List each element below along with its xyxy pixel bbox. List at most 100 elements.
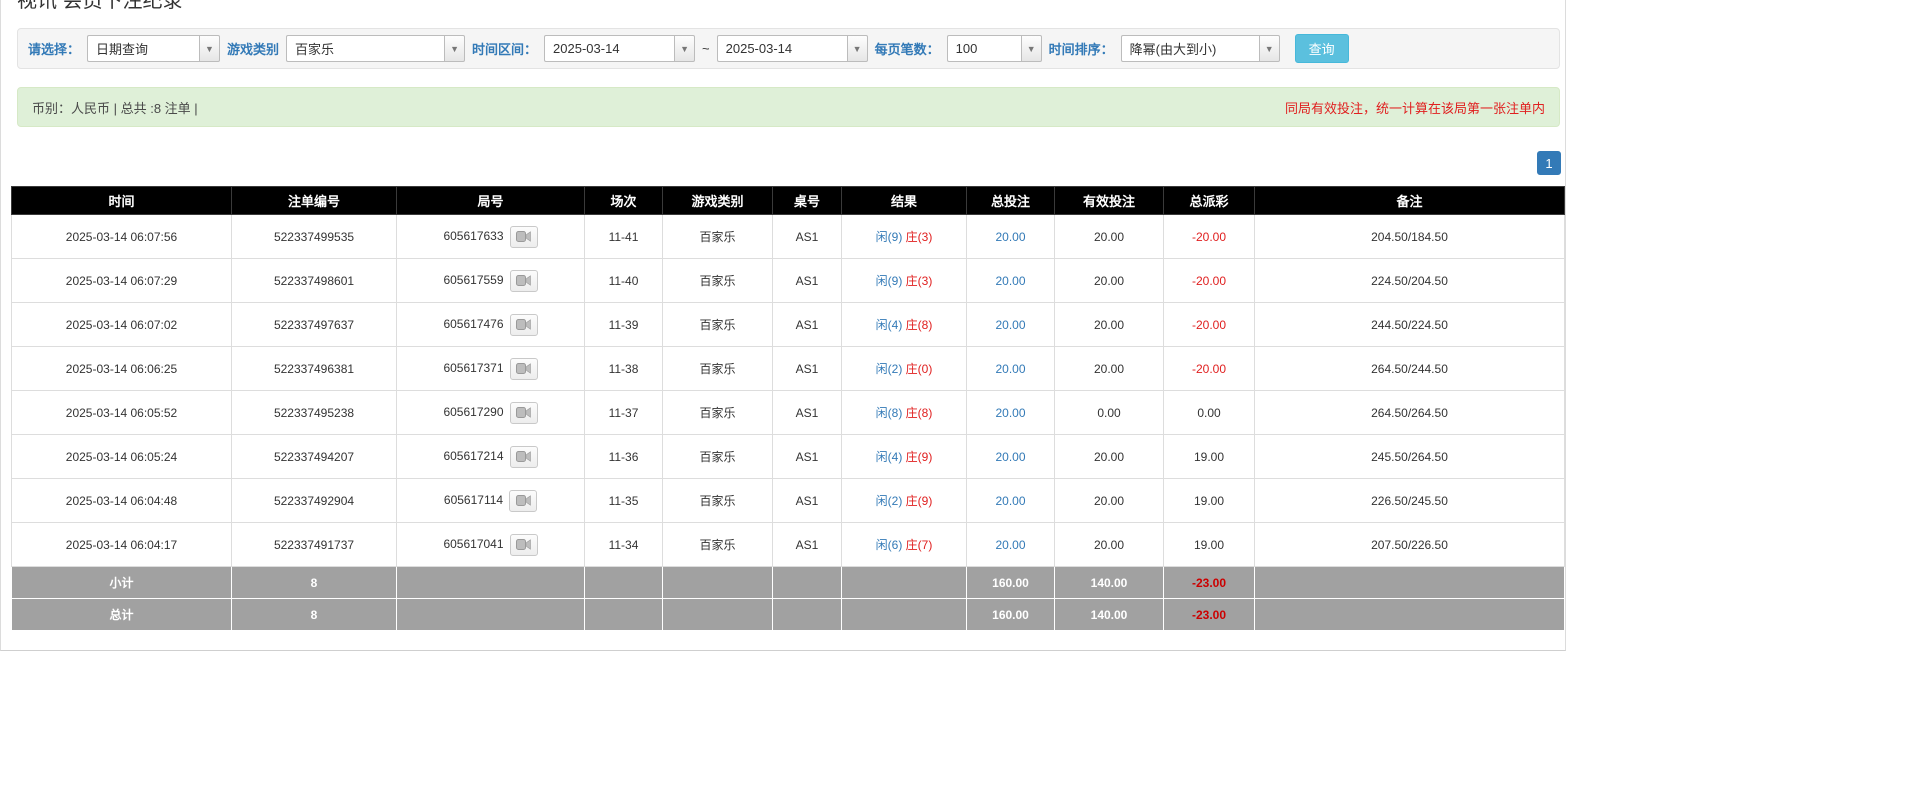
cell-result: 闲(2) 庄(0) [842, 347, 967, 391]
cell-valid-bet: 0.00 [1055, 391, 1164, 435]
cell-result: 闲(2) 庄(9) [842, 479, 967, 523]
cell-round-id: 605617290 [397, 391, 585, 435]
game-type-value[interactable]: 百家乐 [286, 35, 444, 62]
search-button[interactable]: 查询 [1295, 34, 1349, 63]
query-type-select[interactable]: 日期查询 ▼ [87, 35, 220, 62]
filter-bar: 请选择： 日期查询 ▼ 游戏类别 百家乐 ▼ 时间区间： 2025-03-14 … [17, 28, 1560, 69]
total-bet-link[interactable]: 20.00 [995, 318, 1025, 332]
date-from-picker[interactable]: 2025-03-14 ▼ [544, 35, 695, 62]
time-range-label: 时间区间： [472, 39, 537, 58]
video-replay-button[interactable] [510, 534, 538, 556]
chevron-down-icon[interactable]: ▼ [199, 35, 220, 62]
cell-round-id: 605617559 [397, 259, 585, 303]
cell-time: 2025-03-14 06:04:48 [12, 479, 232, 523]
sort-order-label: 时间排序： [1049, 39, 1114, 58]
cell-remark: 264.50/264.50 [1255, 391, 1565, 435]
result-player: 闲(2) [876, 494, 903, 508]
result-banker: 庄(7) [906, 538, 933, 552]
date-to-value[interactable]: 2025-03-14 [717, 35, 847, 62]
chevron-down-icon[interactable]: ▼ [1021, 35, 1042, 62]
sort-order-select[interactable]: 降幂(由大到小) ▼ [1121, 35, 1280, 62]
cell-bet-id: 522337498601 [232, 259, 397, 303]
payout-value: 19.00 [1194, 450, 1224, 464]
cell-valid-bet: 20.00 [1055, 435, 1164, 479]
page-size-value[interactable]: 100 [947, 35, 1021, 62]
pagination: 1 [1, 151, 1561, 175]
cell-game-type: 百家乐 [663, 347, 773, 391]
result-player: 闲(4) [876, 450, 903, 464]
cell-total-bet: 20.00 [967, 523, 1055, 567]
page-size-select[interactable]: 100 ▼ [947, 35, 1042, 62]
cell-table-no: AS1 [773, 523, 842, 567]
cell-game-type: 百家乐 [663, 259, 773, 303]
cell-valid-bet: 20.00 [1055, 303, 1164, 347]
chevron-down-icon[interactable]: ▼ [444, 35, 465, 62]
column-header-table-no: 桌号 [773, 187, 842, 215]
total-bet-link[interactable]: 20.00 [995, 538, 1025, 552]
page-button-1[interactable]: 1 [1537, 151, 1561, 175]
video-camera-icon [516, 407, 531, 418]
notice-text: 同局有效投注，统一计算在该局第一张注单内 [1285, 98, 1545, 117]
cell-game-type: 百家乐 [663, 523, 773, 567]
cell-time: 2025-03-14 06:07:29 [12, 259, 232, 303]
column-header-remark: 备注 [1255, 187, 1565, 215]
page-title: 视讯 会员下注纪录 [17, 0, 1565, 13]
empty-cell [842, 599, 967, 631]
cell-remark: 204.50/184.50 [1255, 215, 1565, 259]
query-type-value[interactable]: 日期查询 [87, 35, 199, 62]
cell-valid-bet: 20.00 [1055, 347, 1164, 391]
chevron-down-icon[interactable]: ▼ [1259, 35, 1280, 62]
cell-total-bet: 20.00 [967, 391, 1055, 435]
cell-payout: -20.00 [1164, 215, 1255, 259]
video-replay-button[interactable] [510, 226, 538, 248]
total-count: 8 [232, 599, 397, 631]
cell-bet-id: 522337494207 [232, 435, 397, 479]
video-replay-button[interactable] [510, 446, 538, 468]
page-size-label: 每页笔数： [875, 39, 940, 58]
cell-round-id: 605617041 [397, 523, 585, 567]
date-to-picker[interactable]: 2025-03-14 ▼ [717, 35, 868, 62]
cell-session: 11-36 [585, 435, 663, 479]
empty-cell [1255, 599, 1565, 631]
cell-result: 闲(8) 庄(8) [842, 391, 967, 435]
total-row: 总计 8 160.00 140.00 -23.00 [12, 599, 1565, 631]
game-type-select[interactable]: 百家乐 ▼ [286, 35, 465, 62]
video-replay-button[interactable] [510, 358, 538, 380]
video-camera-icon [516, 539, 531, 550]
result-player: 闲(8) [876, 406, 903, 420]
chevron-down-icon[interactable]: ▼ [847, 35, 868, 62]
result-banker: 庄(3) [906, 230, 933, 244]
cell-result: 闲(6) 庄(7) [842, 523, 967, 567]
column-header-session: 场次 [585, 187, 663, 215]
video-camera-icon [516, 319, 531, 330]
total-bet-link[interactable]: 20.00 [995, 274, 1025, 288]
sort-order-value[interactable]: 降幂(由大到小) [1121, 35, 1259, 62]
result-player: 闲(2) [876, 362, 903, 376]
date-from-value[interactable]: 2025-03-14 [544, 35, 674, 62]
cell-round-id: 605617633 [397, 215, 585, 259]
total-bet-link[interactable]: 20.00 [995, 406, 1025, 420]
cell-payout: -20.00 [1164, 259, 1255, 303]
chevron-down-icon[interactable]: ▼ [674, 35, 695, 62]
video-replay-button[interactable] [510, 314, 538, 336]
cell-total-bet: 20.00 [967, 435, 1055, 479]
result-banker: 庄(8) [906, 318, 933, 332]
video-replay-button[interactable] [510, 270, 538, 292]
cell-payout: -20.00 [1164, 347, 1255, 391]
video-replay-button[interactable] [510, 402, 538, 424]
total-bet-link[interactable]: 20.00 [995, 362, 1025, 376]
total-bet-link[interactable]: 20.00 [995, 494, 1025, 508]
cell-remark: 245.50/264.50 [1255, 435, 1565, 479]
subtotal-count: 8 [232, 567, 397, 599]
result-banker: 庄(3) [906, 274, 933, 288]
empty-cell [663, 567, 773, 599]
empty-cell [397, 599, 585, 631]
cell-table-no: AS1 [773, 215, 842, 259]
video-replay-button[interactable] [509, 490, 537, 512]
total-bet-link[interactable]: 20.00 [995, 450, 1025, 464]
cell-total-bet: 20.00 [967, 347, 1055, 391]
column-header-bet-id: 注单编号 [232, 187, 397, 215]
result-banker: 庄(0) [906, 362, 933, 376]
table-row: 2025-03-14 06:04:17522337491737605617041… [12, 523, 1565, 567]
total-bet-link[interactable]: 20.00 [995, 230, 1025, 244]
